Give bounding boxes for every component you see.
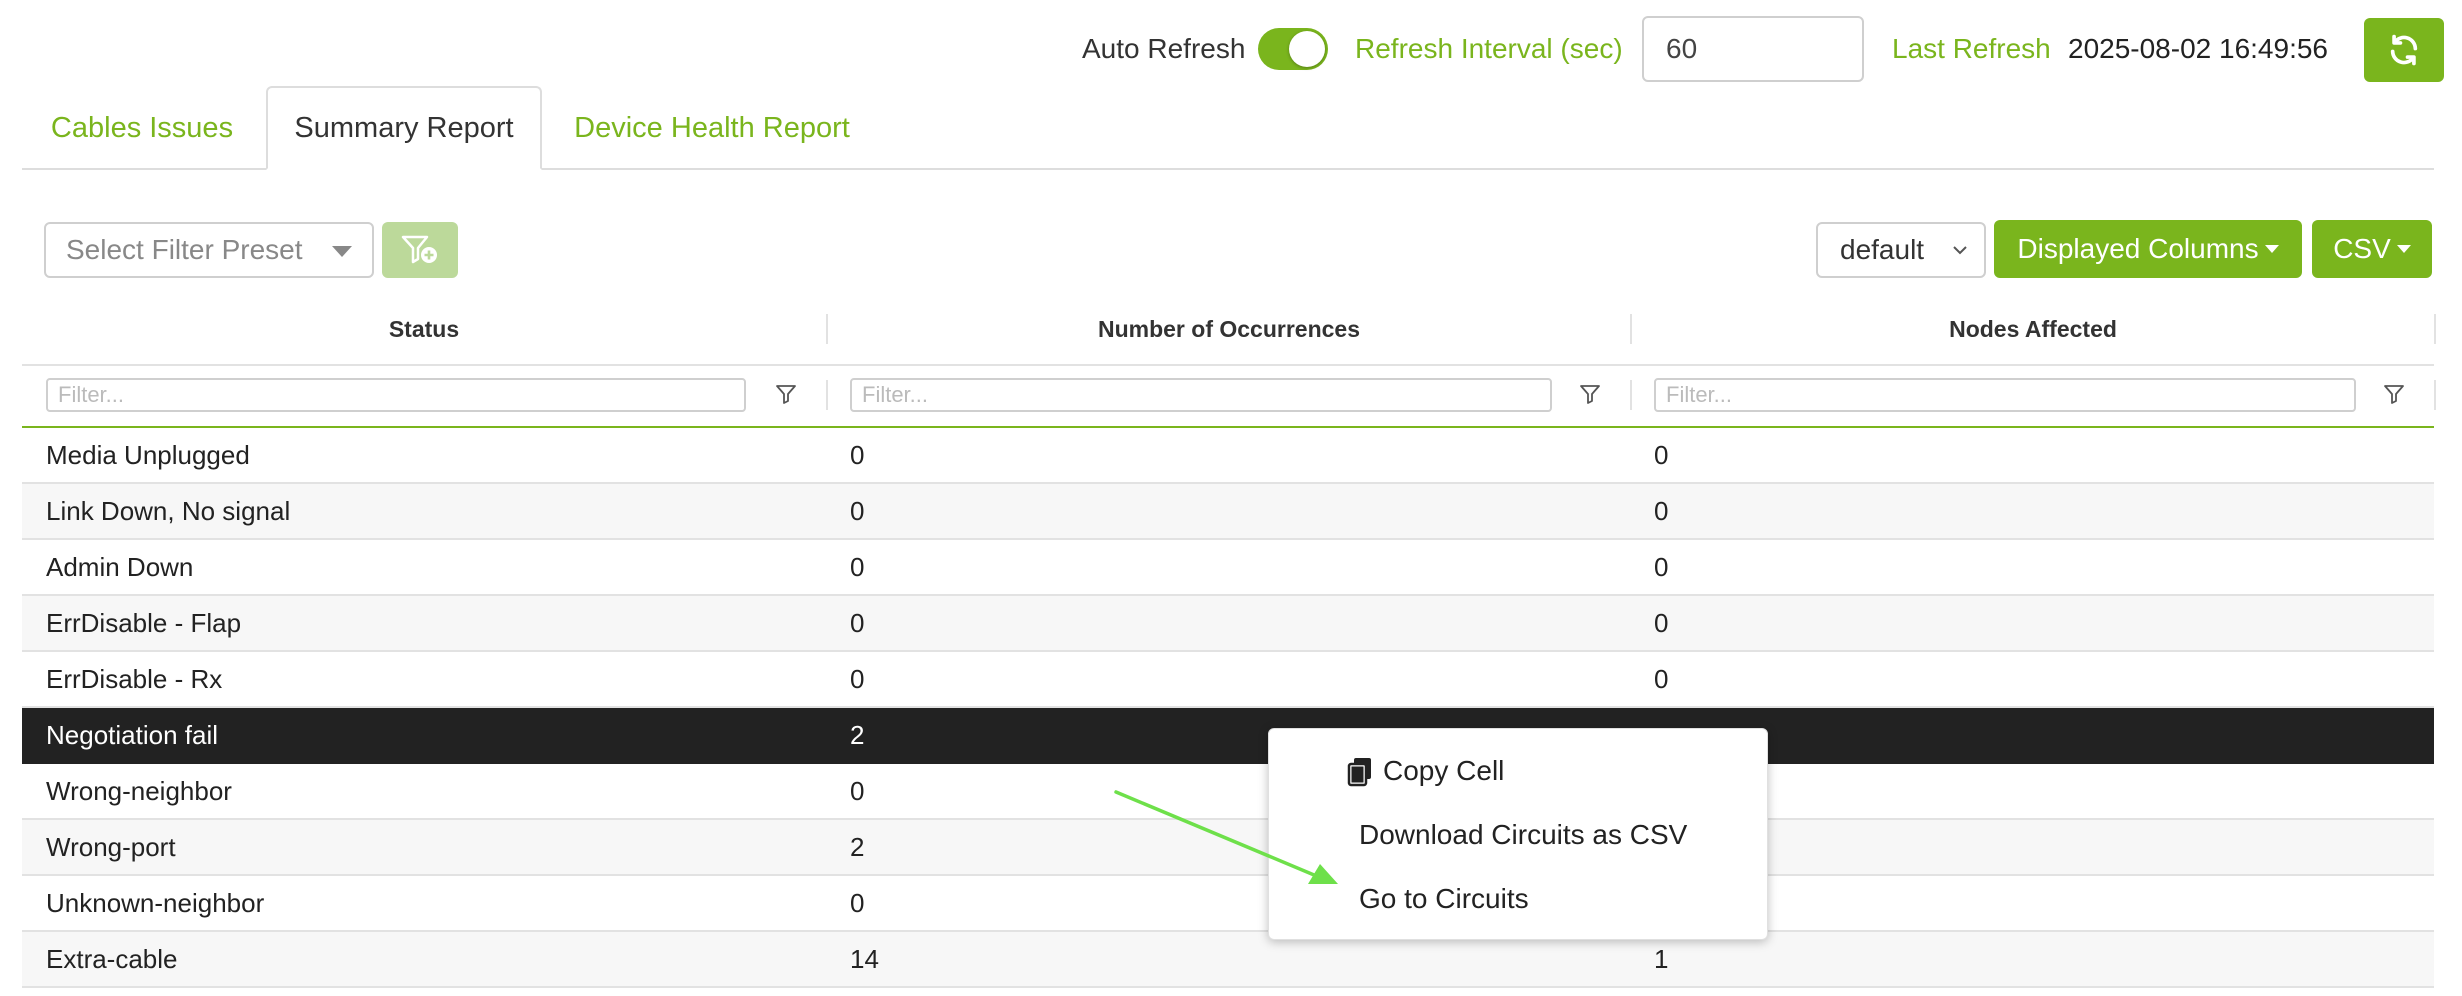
nodes-affected-cell: 0 — [1654, 439, 1669, 470]
status-cell: Wrong-port — [46, 831, 176, 862]
menu-item-download-circuits-csv[interactable]: Download Circuits as CSV — [1359, 815, 1687, 855]
filter-preset-select[interactable]: Select Filter Preset — [44, 222, 374, 278]
filter-add-icon — [401, 235, 437, 264]
status-cell: Link Down, No signal — [46, 495, 291, 526]
caret-down-icon — [2264, 245, 2279, 253]
occurrences-cell: 2 — [850, 719, 865, 750]
occurrences-cell: 0 — [850, 887, 865, 918]
occurrences-cell: 0 — [850, 439, 865, 470]
column-separator — [826, 314, 828, 344]
filter-preset-placeholder: Select Filter Preset — [66, 234, 303, 265]
column-header-status[interactable]: Status — [22, 306, 826, 352]
nodes-affected-cell: 0 — [1654, 551, 1669, 582]
csv-button[interactable]: CSV — [2312, 220, 2432, 278]
nodes-affected-filter-input[interactable] — [1654, 378, 2356, 412]
occurrences-filter-input[interactable] — [850, 378, 1552, 412]
auto-refresh-label: Auto Refresh — [1082, 33, 1246, 64]
column-separator — [1630, 380, 1632, 410]
refresh-button[interactable] — [2364, 18, 2444, 82]
refresh-icon — [2390, 34, 2418, 66]
tab-summary-report[interactable]: Summary Report — [266, 86, 542, 170]
displayed-columns-button[interactable]: Displayed Columns — [1994, 220, 2302, 278]
occurrences-cell: 0 — [850, 663, 865, 694]
occurrences-cell: 0 — [850, 775, 865, 806]
occurrences-cell: 2 — [850, 831, 865, 862]
menu-item-go-to-circuits[interactable]: Go to Circuits — [1359, 879, 1529, 919]
occurrences-cell: 14 — [850, 943, 879, 974]
tab-cables-issues[interactable]: Cables Issues — [22, 86, 262, 170]
status-cell: Wrong-neighbor — [46, 775, 232, 806]
menu-item-copy-cell[interactable]: Copy Cell — [1383, 751, 1504, 791]
nodes-affected-cell: 0 — [1654, 495, 1669, 526]
caret-down-icon — [2396, 245, 2411, 253]
refresh-interval-input[interactable] — [1642, 16, 1864, 82]
last-refresh-value: 2025-08-02 16:49:56 — [2068, 33, 2328, 64]
occurrences-cell: 0 — [850, 495, 865, 526]
status-cell: Unknown-neighbor — [46, 887, 265, 918]
header-divider — [22, 364, 2434, 366]
table-row-selected[interactable]: Negotiation fail 2 — [22, 708, 2434, 764]
view-select-value: default — [1840, 234, 1925, 265]
chevron-down-icon — [1953, 246, 1967, 255]
table-row[interactable]: Link Down, No signal 0 0 — [22, 484, 2434, 540]
table-row[interactable]: ErrDisable - Rx 0 0 — [22, 652, 2434, 708]
column-header-nodes-affected[interactable]: Nodes Affected — [1632, 306, 2434, 352]
occurrences-cell: 0 — [850, 551, 865, 582]
view-select[interactable]: default — [1816, 222, 1986, 278]
toggle-knob — [1289, 31, 1325, 67]
column-header-occurrences[interactable]: Number of Occurrences — [826, 306, 1632, 352]
table-row[interactable]: Extra-cable 14 1 — [22, 932, 2434, 988]
displayed-columns-label: Displayed Columns — [2017, 233, 2259, 264]
status-cell: Negotiation fail — [46, 719, 218, 750]
table-row[interactable]: Admin Down 0 0 — [22, 540, 2434, 596]
filter-icon[interactable] — [2382, 382, 2406, 406]
status-cell: Admin Down — [46, 551, 194, 582]
filter-icon[interactable] — [1578, 382, 1602, 406]
caret-down-icon — [332, 246, 352, 257]
tab-device-health-report[interactable]: Device Health Report — [556, 86, 868, 170]
column-separator — [826, 380, 828, 410]
last-refresh-label: Last Refresh — [1892, 33, 2051, 64]
csv-label: CSV — [2333, 233, 2391, 264]
status-cell: Extra-cable — [46, 943, 178, 974]
status-filter-input[interactable] — [46, 378, 746, 412]
occurrences-cell: 0 — [850, 607, 865, 638]
table-row[interactable]: Media Unplugged 0 0 — [22, 428, 2434, 484]
refresh-interval-label: Refresh Interval (sec) — [1355, 33, 1623, 64]
annotation-arrow-icon — [1114, 790, 1338, 884]
status-cell: ErrDisable - Flap — [46, 607, 242, 638]
nodes-affected-cell: 0 — [1654, 607, 1669, 638]
column-separator — [2434, 314, 2436, 344]
column-separator — [2434, 380, 2436, 410]
nodes-affected-cell: 1 — [1654, 943, 1669, 974]
add-filter-preset-button[interactable] — [382, 222, 458, 278]
nodes-affected-cell: 0 — [1654, 663, 1669, 694]
filter-icon[interactable] — [774, 382, 798, 406]
column-separator — [1630, 314, 1632, 344]
table-row[interactable]: ErrDisable - Flap 0 0 — [22, 596, 2434, 652]
auto-refresh-toggle[interactable] — [1258, 28, 1328, 70]
status-cell: Media Unplugged — [46, 439, 250, 470]
status-cell: ErrDisable - Rx — [46, 663, 223, 694]
